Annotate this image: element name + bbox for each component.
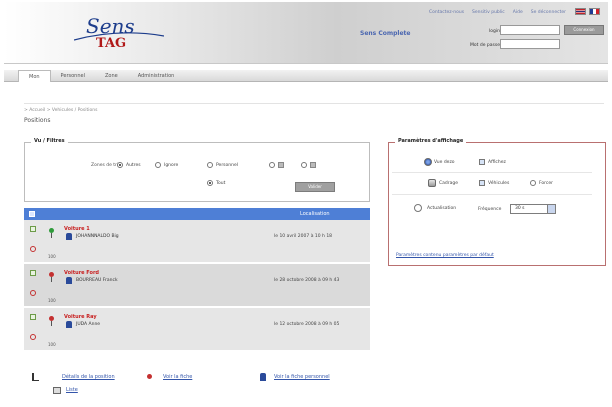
radio-tout-label: Tout <box>216 181 226 186</box>
position-date: le 12 octobre 2008 à 09 h 05 <box>274 322 340 327</box>
vehicle-name[interactable]: Voiture 1 <box>64 226 90 232</box>
vehicles-checkbox-label: Véhicules <box>488 181 510 186</box>
login-input[interactable] <box>500 25 560 35</box>
vehicle-code: 100 <box>48 342 56 347</box>
password-label: Mot de passe <box>470 43 500 48</box>
display-params-title: Paramètres d'affichage <box>395 138 467 144</box>
select-all-checkbox[interactable] <box>29 211 35 217</box>
radio-personnel-label: Personnel <box>216 163 238 168</box>
grid-icon <box>310 162 316 168</box>
menu-item-personnel[interactable]: Personnel <box>51 70 95 82</box>
force-radio[interactable] <box>530 180 536 186</box>
refresh-toggle[interactable] <box>414 204 422 212</box>
top-links: Contactez-nous Sensitiv public Aide Se d… <box>429 10 566 15</box>
stop-icon[interactable] <box>30 334 36 340</box>
position-date: le 28 octobre 2008 à 09 h 43 <box>274 278 340 283</box>
person-icon <box>66 233 72 240</box>
filter-panel-title: Vu / Filtres <box>31 138 68 144</box>
menu-item-administration[interactable]: Administration <box>128 70 185 82</box>
stop-icon[interactable] <box>30 246 36 252</box>
radio-map[interactable] <box>269 162 275 168</box>
radio-tout[interactable] <box>207 180 213 186</box>
location-column-header: Localisation <box>300 211 330 217</box>
view-toggle-button[interactable] <box>424 158 432 166</box>
view-label: Vue dezo <box>434 160 455 165</box>
position-details-icon <box>32 373 39 381</box>
display-checkbox[interactable] <box>479 159 485 165</box>
chevron-down-icon[interactable] <box>547 205 555 213</box>
row-checkbox[interactable] <box>30 226 36 232</box>
validate-button[interactable]: Valider <box>295 182 335 192</box>
row-checkbox[interactable] <box>30 270 36 276</box>
map-pin-icon <box>147 374 152 379</box>
frequency-select[interactable]: 30 s <box>510 204 556 214</box>
logo-tag-text: TAG <box>96 36 127 51</box>
display-checkbox-label: Affichez <box>488 160 506 165</box>
frequency-label: Fréquence <box>478 207 502 212</box>
login-label: login <box>489 29 500 34</box>
refresh-label: Actualisation <box>427 206 457 211</box>
personal-sheet-link[interactable]: Voir la fiche personnel <box>274 374 330 380</box>
framing-button[interactable] <box>428 179 436 187</box>
app-name: Sens Complete <box>360 30 411 37</box>
driver-name: JOHANNNALDO Big <box>76 234 119 239</box>
radio-autres[interactable] <box>117 162 123 168</box>
logo-sens-text: Sens <box>86 14 135 38</box>
person-icon <box>260 373 266 381</box>
uk-flag-icon[interactable] <box>575 8 586 15</box>
radio-grid[interactable] <box>301 162 307 168</box>
map-pin-icon[interactable] <box>49 272 54 282</box>
table-header: Localisation <box>24 208 370 220</box>
table-row[interactable]: Voiture Ford BOURREAU Franck 100 le 28 o… <box>24 264 370 308</box>
main-menu: Mon Personnel Zone Administration <box>4 69 608 82</box>
force-radio-label: Forcer <box>539 181 554 186</box>
person-icon <box>66 277 72 284</box>
legend-footer: Détails de la position Voir la fiche Voi… <box>24 370 370 398</box>
person-icon <box>66 321 72 328</box>
position-details-link[interactable]: Détails de la position <box>62 374 115 380</box>
position-date: le 10 avril 2007 à 10 h 18 <box>274 234 333 239</box>
top-link-public[interactable]: Sensitiv public <box>472 10 505 15</box>
vehicle-sheet-link[interactable]: Voir la fiche <box>163 374 192 380</box>
vehicle-code: 100 <box>48 298 56 303</box>
map-pin-icon[interactable] <box>49 228 54 238</box>
fr-flag-icon[interactable] <box>589 8 600 15</box>
row-checkbox[interactable] <box>30 314 36 320</box>
frequency-value: 30 s <box>515 206 525 211</box>
radio-ignore-label: Ignore <box>164 163 179 168</box>
radio-ignore[interactable] <box>155 162 161 168</box>
filter-panel: Vu / Filtres Zones de tri : Autres Ignor… <box>24 138 370 202</box>
list-link[interactable]: Liste <box>66 387 78 393</box>
table-row[interactable]: Voiture 1 JOHANNNALDO Big 100 le 10 avri… <box>24 220 370 264</box>
params-divider <box>392 194 592 195</box>
map-icon <box>278 162 284 168</box>
top-link-help[interactable]: Aide <box>513 10 523 15</box>
vehicle-name[interactable]: Voiture Ray <box>64 314 97 320</box>
top-link-contact[interactable]: Contactez-nous <box>429 10 464 15</box>
radio-personnel[interactable] <box>207 162 213 168</box>
password-input[interactable] <box>500 39 560 49</box>
reset-params-link[interactable]: Paramètres contenu paramètres par défaut <box>396 253 494 258</box>
vehicle-code: 100 <box>48 254 56 259</box>
params-divider <box>392 172 592 173</box>
vehicle-name[interactable]: Voiture Ford <box>64 270 99 276</box>
driver-name: BOURREAU Franck <box>76 278 118 283</box>
list-icon <box>53 387 61 394</box>
breadcrumb[interactable]: > Accueil > Vehicules / Positions <box>24 108 97 113</box>
table-row[interactable]: Voiture Ray JUDA Anne 100 le 12 octobre … <box>24 308 370 352</box>
menu-item-zone[interactable]: Zone <box>95 70 128 82</box>
driver-name: JUDA Anne <box>76 322 101 327</box>
stop-icon[interactable] <box>30 290 36 296</box>
radio-autres-label: Autres <box>126 163 141 168</box>
vehicles-checkbox[interactable] <box>479 180 485 186</box>
vehicle-table: Localisation Voiture 1 JOHANNNALDO Big 1… <box>24 208 370 352</box>
top-link-logout[interactable]: Se déconnecter <box>531 10 566 15</box>
divider <box>24 103 604 104</box>
framing-label: Cadrage <box>439 181 458 186</box>
map-pin-icon[interactable] <box>49 316 54 326</box>
menu-item-mon[interactable]: Mon <box>18 69 51 82</box>
connect-button[interactable]: Connexion <box>564 25 604 35</box>
page-title: Positions <box>24 117 51 124</box>
sens-tag-logo[interactable]: Sens TAG <box>74 14 164 60</box>
